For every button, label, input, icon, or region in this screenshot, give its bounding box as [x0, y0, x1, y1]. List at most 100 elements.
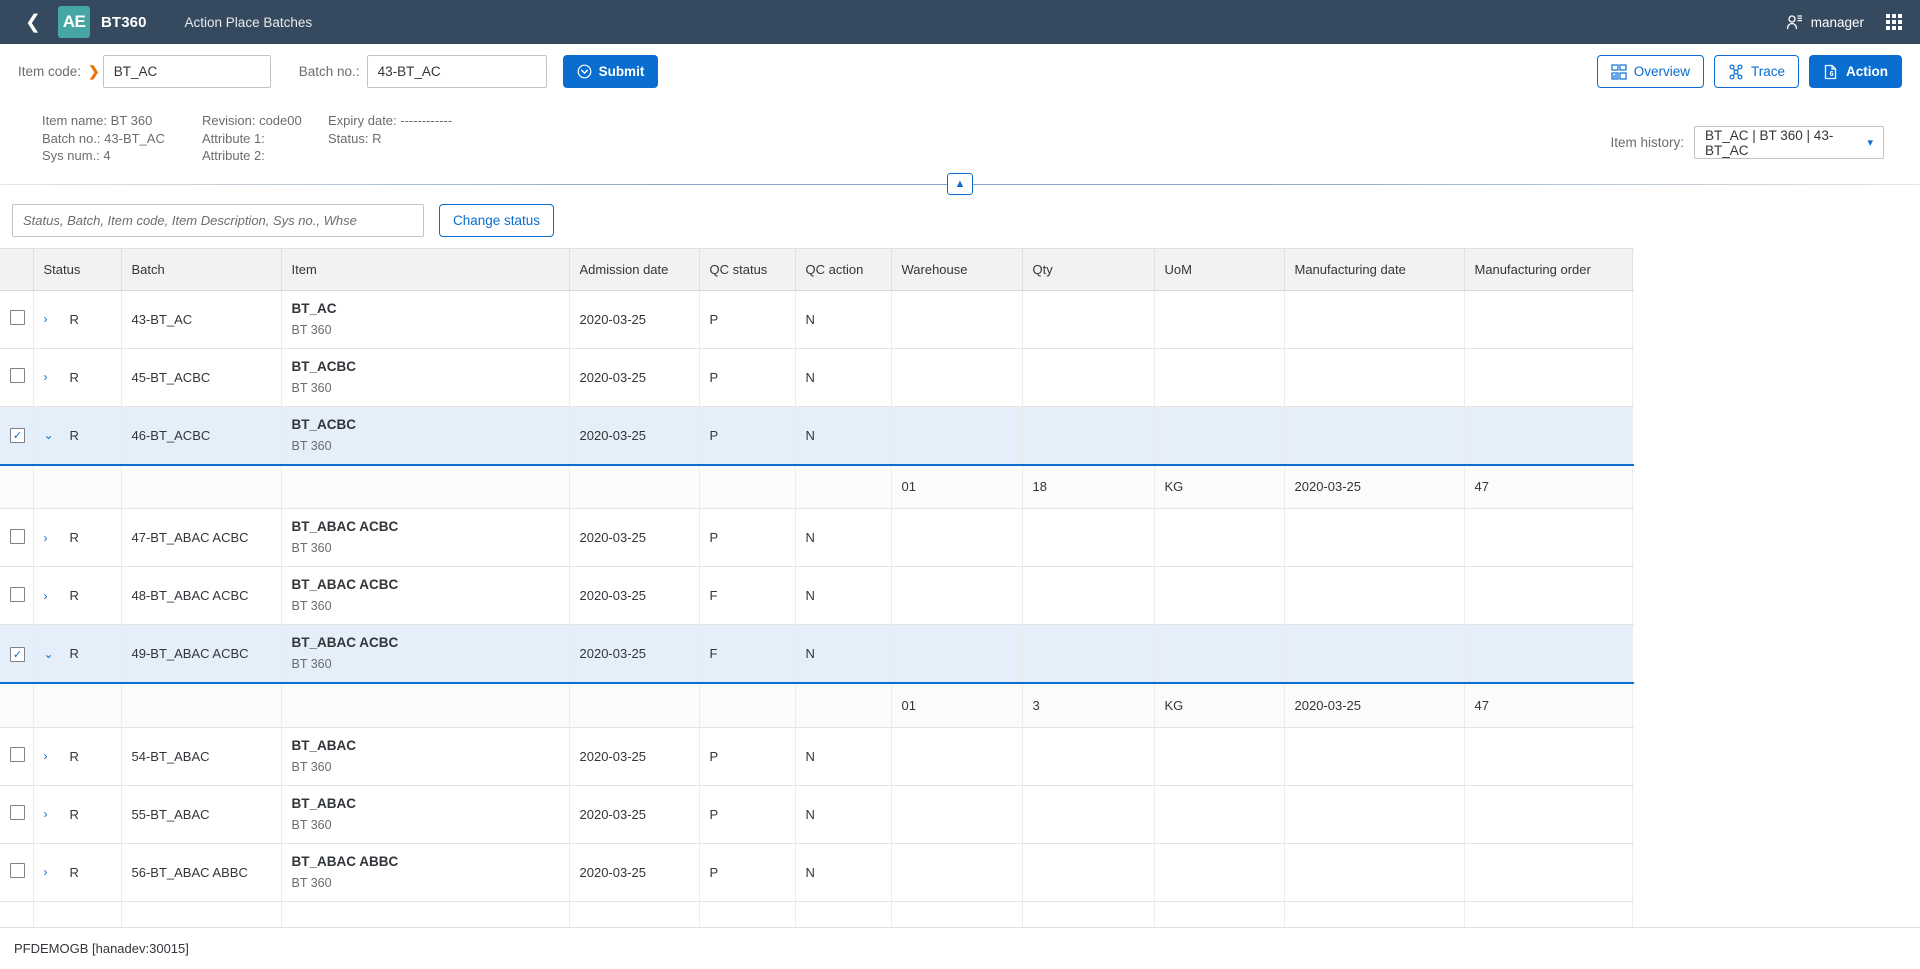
- row-select-cell[interactable]: [0, 290, 33, 348]
- change-status-button[interactable]: Change status: [439, 204, 554, 237]
- row-qty: [1022, 625, 1154, 684]
- row-item-name: BT_ABAC ACBC: [292, 633, 559, 652]
- row-expand-toggle[interactable]: ›: [44, 312, 58, 326]
- row-warehouse: [891, 567, 1022, 625]
- item-history-select[interactable]: BT_AC | BT 360 | 43-BT_AC ▾: [1694, 126, 1884, 159]
- column-header-admission-date[interactable]: Admission date: [569, 248, 699, 290]
- trace-button[interactable]: Trace: [1714, 55, 1799, 88]
- row-select-cell[interactable]: [0, 785, 33, 843]
- row-checkbox[interactable]: [10, 863, 25, 878]
- row-select-cell[interactable]: [0, 843, 33, 901]
- row-qc-action: N: [795, 727, 891, 785]
- back-icon[interactable]: ❮: [18, 7, 48, 37]
- collapse-panel-toggle[interactable]: ▲: [947, 173, 973, 195]
- trace-label: Trace: [1751, 64, 1785, 79]
- row-qty: [1022, 348, 1154, 406]
- status-bar: PFDEMOGB [hanadev:30015]: [0, 927, 1920, 969]
- user-menu[interactable]: manager: [1786, 14, 1864, 31]
- batches-table: Status Batch Item Admission date QC stat…: [0, 248, 1633, 969]
- batch-no-label: Batch no.:: [299, 64, 360, 79]
- column-header-qty[interactable]: Qty: [1022, 248, 1154, 290]
- table-row[interactable]: ›R55-BT_ABACBT_ABACBT 3602020-03-25PN: [0, 785, 1633, 843]
- row-item-description: BT 360: [292, 379, 559, 398]
- table-row[interactable]: ✓⌄R49-BT_ABAC ACBCBT_ABAC ACBCBT 3602020…: [0, 625, 1633, 684]
- row-expand-toggle[interactable]: ›: [44, 589, 58, 603]
- row-checkbox[interactable]: [10, 529, 25, 544]
- overview-label: Overview: [1634, 64, 1690, 79]
- row-select-cell[interactable]: ✓: [0, 625, 33, 684]
- table-row[interactable]: ›R43-BT_ACBT_ACBT 3602020-03-25PN: [0, 290, 1633, 348]
- detail-warehouse: 01: [891, 465, 1022, 509]
- row-manufacturing-date: [1284, 406, 1464, 465]
- row-checkbox[interactable]: ✓: [10, 647, 25, 662]
- column-header-manufacturing-order[interactable]: Manufacturing order: [1464, 248, 1632, 290]
- table-row[interactable]: ✓⌄R46-BT_ACBCBT_ACBCBT 3602020-03-25PN: [0, 406, 1633, 465]
- search-input[interactable]: [12, 204, 424, 237]
- column-header-manufacturing-date[interactable]: Manufacturing date: [1284, 248, 1464, 290]
- change-status-label: Change status: [453, 213, 540, 228]
- column-header-batch[interactable]: Batch: [121, 248, 281, 290]
- row-admission-date: 2020-03-25: [569, 785, 699, 843]
- overview-button[interactable]: Overview: [1597, 55, 1704, 88]
- row-status-value: R: [70, 749, 79, 764]
- row-checkbox[interactable]: [10, 368, 25, 383]
- row-expand-toggle[interactable]: ›: [44, 807, 58, 821]
- row-item: BT_ACBCBT 360: [281, 406, 569, 465]
- row-expand-toggle[interactable]: ›: [44, 370, 58, 384]
- row-status-cell: ⌄R: [33, 625, 121, 684]
- table-row[interactable]: ›R56-BT_ABAC ABBCBT_ABAC ABBCBT 3602020-…: [0, 843, 1633, 901]
- row-expand-toggle[interactable]: ⌄: [44, 647, 58, 661]
- column-header-qc-status[interactable]: QC status: [699, 248, 795, 290]
- row-item-name: BT_ABAC ACBC: [292, 575, 559, 594]
- submit-button[interactable]: Submit: [563, 55, 659, 88]
- row-checkbox[interactable]: [10, 805, 25, 820]
- page-title: Action Place Batches: [185, 15, 313, 30]
- row-expand-toggle[interactable]: ⌄: [44, 428, 58, 442]
- row-select-cell[interactable]: ✓: [0, 406, 33, 465]
- row-qc-status: P: [699, 509, 795, 567]
- row-admission-date: 2020-03-25: [569, 567, 699, 625]
- row-qc-action: N: [795, 348, 891, 406]
- row-manufacturing-date: [1284, 785, 1464, 843]
- row-manufacturing-date: [1284, 843, 1464, 901]
- row-select-cell[interactable]: [0, 567, 33, 625]
- grid-apps-icon[interactable]: [1886, 14, 1902, 30]
- table-row[interactable]: ›R45-BT_ACBCBT_ACBCBT 3602020-03-25PN: [0, 348, 1633, 406]
- row-qty: [1022, 509, 1154, 567]
- row-checkbox[interactable]: ✓: [10, 428, 25, 443]
- table-row[interactable]: ›R47-BT_ABAC ACBCBT_ABAC ACBCBT 3602020-…: [0, 509, 1633, 567]
- row-expand-toggle[interactable]: ›: [44, 865, 58, 879]
- table-row[interactable]: ›R48-BT_ABAC ACBCBT_ABAC ACBCBT 3602020-…: [0, 567, 1633, 625]
- row-status-cell: ›R: [33, 509, 121, 567]
- row-select-cell[interactable]: [0, 509, 33, 567]
- row-qc-action: N: [795, 625, 891, 684]
- row-checkbox[interactable]: [10, 310, 25, 325]
- row-select-cell[interactable]: [0, 727, 33, 785]
- column-header-uom[interactable]: UoM: [1154, 248, 1284, 290]
- item-history-group: Item history: BT_AC | BT 360 | 43-BT_AC …: [1610, 112, 1902, 159]
- item-code-input[interactable]: [103, 55, 271, 88]
- row-expand-toggle[interactable]: ›: [44, 531, 58, 545]
- column-header-warehouse[interactable]: Warehouse: [891, 248, 1022, 290]
- column-header-item[interactable]: Item: [281, 248, 569, 290]
- column-header-qc-action[interactable]: QC action: [795, 248, 891, 290]
- row-manufacturing-order: [1464, 843, 1632, 901]
- row-expand-toggle[interactable]: ›: [44, 749, 58, 763]
- column-header-status[interactable]: Status: [33, 248, 121, 290]
- row-status-cell: ›R: [33, 727, 121, 785]
- action-button[interactable]: 6 Action: [1809, 55, 1902, 88]
- row-item: BT_ACBT 360: [281, 290, 569, 348]
- row-item: BT_ABACBT 360: [281, 727, 569, 785]
- row-checkbox[interactable]: [10, 587, 25, 602]
- row-checkbox[interactable]: [10, 747, 25, 762]
- row-qty: [1022, 727, 1154, 785]
- info-attribute-2: Attribute 2:: [202, 147, 270, 165]
- item-code-group: Item code: ❯: [18, 55, 271, 88]
- search-toolbar: Change status: [0, 195, 1920, 248]
- table-row[interactable]: ›R54-BT_ABACBT_ABACBT 3602020-03-25PN: [0, 727, 1633, 785]
- batch-no-input[interactable]: [367, 55, 547, 88]
- column-header-select[interactable]: [0, 248, 33, 290]
- row-admission-date: 2020-03-25: [569, 406, 699, 465]
- row-warehouse: [891, 785, 1022, 843]
- row-select-cell[interactable]: [0, 348, 33, 406]
